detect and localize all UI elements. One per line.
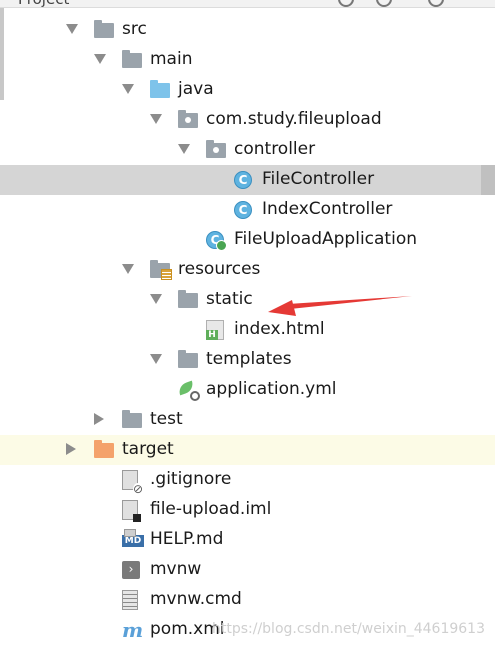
folder-icon (94, 20, 114, 38)
tree-item-label: com.study.fileupload (206, 109, 382, 129)
hide-icon[interactable] (428, 0, 444, 7)
collapse-arrow-right-icon[interactable] (94, 413, 104, 425)
tree-item-label: HELP.md (150, 529, 224, 549)
package-icon (178, 110, 198, 128)
tree-item-label: .gitignore (150, 469, 232, 489)
tree-row[interactable]: MD HELP.md (0, 525, 495, 555)
tree-row[interactable]: target (0, 435, 495, 465)
expand-arrow-down-icon[interactable] (150, 354, 162, 364)
tree-item-label: static (206, 289, 253, 309)
resources-folder-icon (150, 260, 172, 280)
tree-item-label: FileController (262, 169, 375, 189)
text-file-icon (122, 590, 138, 610)
tree-row[interactable]: application.yml (0, 375, 495, 405)
expand-arrow-down-icon[interactable] (122, 264, 134, 274)
expand-arrow-down-icon[interactable] (66, 24, 78, 34)
tree-row[interactable]: controller (0, 135, 495, 165)
folder-icon (178, 350, 198, 368)
tree-item-label: application.yml (206, 379, 337, 399)
folder-icon (178, 290, 198, 308)
ignore-file-icon (122, 470, 143, 495)
tree-item-label: mvnw (150, 559, 202, 579)
java-class-icon: C (234, 171, 252, 189)
tree-item-label: src (122, 19, 147, 39)
spring-config-icon (176, 380, 200, 401)
tree-row[interactable]: main (0, 45, 495, 75)
tree-row[interactable]: test (0, 405, 495, 435)
tree-item-label: controller (234, 139, 316, 159)
tree-row[interactable]: .gitignore (0, 465, 495, 495)
watermark: https://blog.csdn.net/weixin_44619613 (211, 621, 485, 637)
tree-row[interactable]: C FileController (0, 165, 495, 195)
project-tree: src main java com.study.fileupload controlle… (0, 15, 495, 645)
expand-arrow-down-icon[interactable] (122, 84, 134, 94)
globe-icon[interactable] (338, 0, 354, 7)
tree-item-label: target (122, 439, 174, 459)
excluded-folder-icon (94, 440, 114, 458)
module-file-icon (122, 500, 141, 522)
tree-row[interactable]: C FileUploadApplication (0, 225, 495, 255)
folder-icon (122, 410, 142, 428)
panel-title: Project (18, 0, 69, 7)
expand-arrow-down-icon[interactable] (150, 294, 162, 304)
tree-item-label: IndexController (262, 199, 393, 219)
tree-row[interactable]: file-upload.iml (0, 495, 495, 525)
tree-item-label: file-upload.iml (150, 499, 272, 519)
tree-row[interactable]: java (0, 75, 495, 105)
project-panel-header: Project (0, 0, 495, 8)
tree-item-label: index.html (234, 319, 325, 339)
maven-icon: m (122, 618, 144, 642)
tree-item-label: FileUploadApplication (234, 229, 417, 249)
settings-icon[interactable] (376, 0, 392, 7)
expand-arrow-down-icon[interactable] (178, 144, 190, 154)
tree-row[interactable]: com.study.fileupload (0, 105, 495, 135)
collapse-arrow-right-icon[interactable] (66, 443, 76, 455)
tree-item-label: java (178, 79, 214, 99)
tree-row[interactable]: C IndexController (0, 195, 495, 225)
shell-script-icon: › (122, 561, 140, 579)
tree-row[interactable]: templates (0, 345, 495, 375)
tree-row[interactable]: resources (0, 255, 495, 285)
tree-item-label: templates (206, 349, 292, 369)
java-class-icon: C (234, 201, 252, 219)
expand-arrow-down-icon[interactable] (150, 114, 162, 124)
tree-row[interactable]: mvnw.cmd (0, 585, 495, 615)
tree-item-label: resources (178, 259, 261, 279)
scrollbar-thumb[interactable] (481, 165, 495, 195)
package-icon (206, 140, 226, 158)
tree-item-label: main (150, 49, 193, 69)
html-file-icon (206, 320, 224, 340)
tree-item-label: mvnw.cmd (150, 589, 242, 609)
source-folder-icon (150, 80, 170, 98)
folder-icon (122, 50, 142, 68)
tree-row[interactable]: static (0, 285, 495, 315)
tree-row[interactable]: › mvnw (0, 555, 495, 585)
spring-boot-class-icon: C (206, 231, 227, 251)
expand-arrow-down-icon[interactable] (94, 54, 106, 64)
tree-row[interactable]: src (0, 15, 495, 45)
tree-item-label: test (150, 409, 183, 429)
tree-row[interactable]: index.html (0, 315, 495, 345)
markdown-page-icon (124, 529, 136, 537)
